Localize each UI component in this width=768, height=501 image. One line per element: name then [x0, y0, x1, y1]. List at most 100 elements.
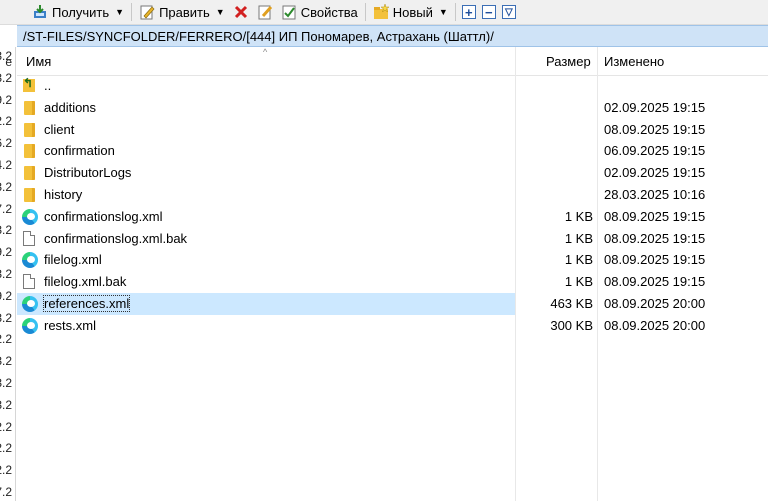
list-header: ^ Имя Размер Изменено [17, 47, 768, 76]
file-row[interactable]: confirmationslog.xml.bak 1 KB 08.09.2025 1… [17, 228, 768, 250]
file-size: 300 KB [550, 317, 593, 333]
file-name: rests.xml [44, 317, 96, 333]
gutter-text: 2.2 [0, 114, 12, 129]
toolbar-separator [131, 3, 133, 21]
new-dropdown-icon[interactable]: ▼ [439, 7, 448, 17]
filter-icon[interactable]: ▽ [501, 5, 516, 19]
rename-icon [257, 4, 273, 20]
file-icon [22, 230, 38, 247]
folder-icon [22, 165, 38, 181]
file-modified: 02.09.2025 19:15 [604, 165, 706, 181]
toolbar: Получить ▼ Править ▼ Свойства Новый ▼ + … [0, 0, 768, 25]
sort-ascending-icon: ^ [263, 47, 268, 57]
file-row[interactable]: references.xml 463 KB 08.09.2025 20:00 [17, 293, 768, 315]
file-name: confirmationslog.xml.bak [44, 230, 188, 246]
file-size: 1 KB [564, 274, 593, 290]
file-modified: 06.09.2025 19:15 [604, 143, 706, 159]
file-row[interactable]: rests.xml 300 KB 08.09.2025 20:00 [17, 315, 768, 337]
file-name: history [44, 187, 83, 202]
gutter-text: 9.2 [0, 92, 12, 107]
file-row[interactable]: .. [17, 75, 768, 97]
path-bar[interactable]: /ST-FILES/SYNCFOLDER/FERRERO/[444] ИП По… [17, 25, 768, 47]
toolbar-separator [364, 3, 366, 21]
up-folder-icon [22, 76, 38, 94]
file-row[interactable]: client 08.09.2025 19:15 [17, 119, 768, 141]
gutter-text: 4.2 [0, 158, 12, 172]
folder-icon [22, 143, 38, 159]
gutter-text: 3.2 [0, 49, 12, 63]
file-modified: 08.09.2025 19:15 [604, 252, 706, 268]
edge-xml-icon [22, 317, 38, 334]
file-size: 1 KB [564, 208, 593, 224]
gutter-text: 2.2 [0, 463, 12, 478]
get-button[interactable]: Получить ▼ [28, 1, 128, 23]
file-name: DistributorLogs [44, 165, 132, 181]
edit-icon [139, 4, 155, 20]
gutter-text: 3.2 [0, 267, 12, 281]
file-name: confirmation [44, 143, 115, 159]
download-icon [32, 4, 48, 20]
file-modified: 28.03.2025 10:16 [604, 187, 706, 202]
gutter-text: 3.2 [0, 397, 12, 412]
gutter-text: 3.2 [0, 179, 12, 194]
file-row[interactable]: history 28.03.2025 10:16 [17, 184, 768, 206]
folder-icon [22, 122, 38, 138]
gutter-text: 9.2 [0, 288, 12, 303]
gutter-text: 3.2 [0, 223, 12, 238]
column-header-size[interactable]: Размер [546, 54, 591, 69]
rename-button[interactable] [253, 1, 277, 23]
get-dropdown-icon[interactable]: ▼ [115, 7, 124, 17]
toolbar-separator [454, 3, 456, 21]
file-icon [22, 274, 38, 290]
properties-button[interactable]: Свойства [277, 1, 362, 23]
file-name: additions [44, 99, 97, 115]
file-modified: 08.09.2025 19:15 [604, 274, 706, 290]
new-folder-icon [373, 3, 390, 20]
edge-xml-icon [22, 208, 38, 225]
gutter-text: 3.2 [0, 376, 12, 390]
delete-button[interactable] [229, 1, 253, 23]
file-size: 1 KB [564, 230, 593, 246]
edit-button[interactable]: Править ▼ [135, 1, 229, 23]
gutter-text: 3.2 [0, 310, 12, 325]
file-row[interactable]: confirmation 06.09.2025 19:15 [17, 140, 768, 162]
edit-dropdown-icon[interactable]: ▼ [216, 7, 225, 17]
file-modified: 08.09.2025 19:15 [604, 121, 706, 137]
collapse-icon[interactable]: − [481, 5, 496, 19]
edge-xml-icon [22, 296, 38, 312]
file-modified: 08.09.2025 20:00 [604, 296, 706, 311]
gutter-text: 9.2 [0, 245, 12, 260]
gutter-text: 2.2 [0, 332, 12, 347]
get-label: Получить [52, 4, 110, 20]
expand-icon[interactable]: + [461, 5, 476, 19]
file-modified: 08.09.2025 19:15 [604, 208, 706, 224]
edit-label: Править [159, 4, 210, 20]
edge-xml-icon [22, 252, 38, 269]
file-name: filelog.xml.bak [44, 274, 127, 290]
properties-label: Свойства [300, 4, 358, 20]
left-panel-clipped: е3.23.29.22.26.24.23.27.23.29.23.29.23.2… [0, 47, 16, 501]
file-modified: 08.09.2025 20:00 [604, 317, 706, 333]
properties-icon [281, 4, 297, 20]
column-header-name[interactable]: Имя [26, 54, 51, 69]
gutter-text: 2.2 [0, 441, 12, 456]
column-header-modified[interactable]: Изменено [604, 54, 664, 69]
new-button[interactable]: Новый ▼ [369, 1, 452, 23]
file-row[interactable]: DistributorLogs 02.09.2025 19:15 [17, 162, 768, 184]
gutter-text: 3.2 [0, 354, 12, 369]
gutter-text: 7.2 [0, 201, 12, 216]
file-row[interactable]: filelog.xml.bak 1 KB 08.09.2025 19:15 [17, 271, 768, 293]
file-row[interactable]: filelog.xml 1 KB 08.09.2025 19:15 [17, 249, 768, 271]
gutter-text: 6.2 [0, 136, 12, 151]
file-name: filelog.xml [44, 252, 102, 268]
folder-icon [22, 187, 38, 203]
file-name: references.xml [42, 295, 131, 312]
file-list[interactable]: ^ Имя Размер Изменено .. additions 02.09.2… [17, 47, 768, 501]
file-modified: 02.09.2025 19:15 [604, 99, 706, 115]
new-label: Новый [392, 4, 433, 20]
file-name: confirmationslog.xml [44, 208, 163, 224]
folder-icon [22, 100, 38, 116]
file-row[interactable]: confirmationslog.xml 1 KB 08.09.2025 19:15 [17, 206, 768, 228]
file-size: 463 KB [550, 296, 593, 311]
file-row[interactable]: additions 02.09.2025 19:15 [17, 97, 768, 119]
